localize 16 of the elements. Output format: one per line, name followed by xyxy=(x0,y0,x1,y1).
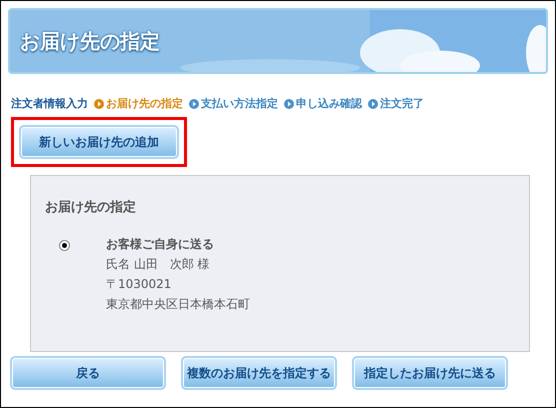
step-label: お届け先の指定 xyxy=(106,96,183,111)
step-label: 注文者情報入力 xyxy=(11,96,88,111)
add-address-button[interactable]: 新しいお届け先の追加 xyxy=(19,125,179,159)
address-line: 〒1030021 xyxy=(106,276,172,293)
address-line: 氏名 山田 次郎 様 xyxy=(106,256,211,273)
step-label: 支払い方法指定 xyxy=(201,96,278,111)
page-title: お届け先の指定 xyxy=(20,28,160,54)
option-label: お客様ご自身に送る xyxy=(106,236,215,253)
step-label: 注文完了 xyxy=(380,96,424,111)
radio-button[interactable] xyxy=(59,240,70,251)
panel-title: お届け先の指定 xyxy=(45,198,137,216)
action-button[interactable]: 戻る xyxy=(10,356,166,390)
action-button[interactable]: 指定したお届け先に送る xyxy=(352,356,508,390)
action-button[interactable]: 複数のお届け先を指定する xyxy=(181,356,337,390)
address-line: 東京都中央区日本橋本石町 xyxy=(106,296,250,313)
step-label: 申し込み確認 xyxy=(296,96,362,111)
